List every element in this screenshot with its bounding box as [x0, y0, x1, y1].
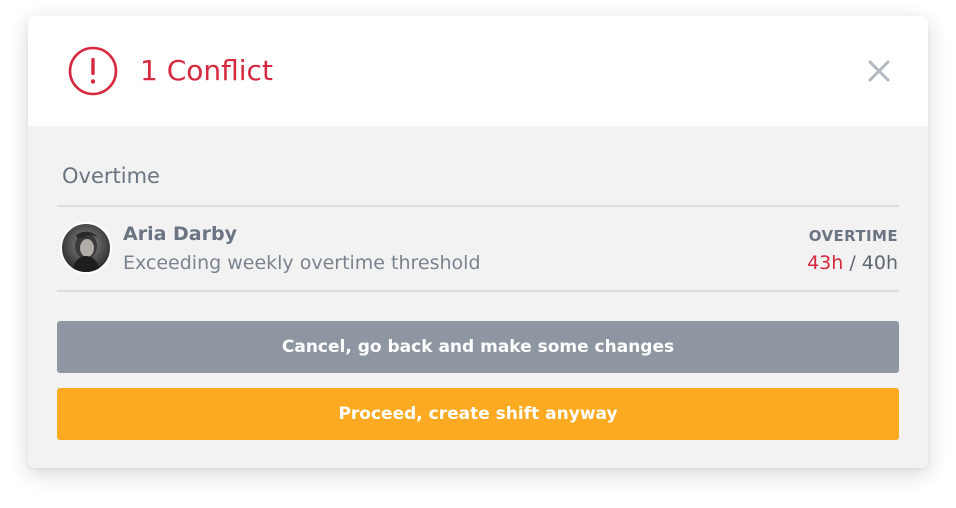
- conflict-description: Exceeding weekly overtime threshold: [123, 252, 481, 274]
- current-hours: 43h: [807, 252, 844, 274]
- exclamation-circle-icon: [68, 46, 118, 96]
- dialog-title: 1 Conflict: [140, 54, 273, 87]
- cancel-button[interactable]: Cancel, go back and make some changes: [57, 321, 899, 373]
- overtime-hours: 43h / 40h: [807, 249, 898, 277]
- dialog-header: 1 Conflict: [28, 16, 928, 126]
- hours-separator: /: [843, 252, 862, 274]
- section-title: Overtime: [62, 164, 160, 188]
- employee-name: Aria Darby: [123, 223, 237, 245]
- section-divider: [57, 205, 899, 207]
- overtime-label: OVERTIME: [808, 227, 898, 245]
- limit-hours: 40h: [861, 252, 898, 274]
- row-divider: [57, 290, 899, 292]
- conflict-dialog: 1 Conflict Overtime Aria Darby Exceeding…: [28, 16, 928, 468]
- close-icon[interactable]: [866, 58, 892, 84]
- proceed-button[interactable]: Proceed, create shift anyway: [57, 388, 899, 440]
- avatar: [60, 222, 112, 274]
